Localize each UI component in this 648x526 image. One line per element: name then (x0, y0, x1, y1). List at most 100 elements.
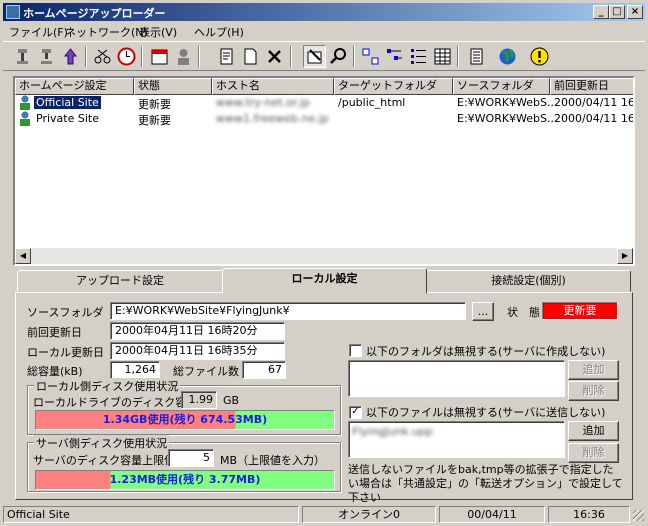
tab-local-settings[interactable]: ローカル設定 (222, 268, 427, 294)
site-status: 更新要 (138, 114, 171, 127)
ignore-files-entry: FlyingJunk.upp (352, 425, 433, 438)
local-disk-label: ローカルドライブのディスク容量 (33, 396, 198, 409)
total-size-field: 1,264 (110, 361, 160, 379)
last-update-field: 2000年04月11日 16時20分 (110, 322, 285, 340)
local-update-label: ローカル更新日 (27, 346, 104, 359)
ignore-folders-label: 以下のフォルダは無視する(サーバに作成しない) (366, 345, 606, 358)
column-target-folder[interactable]: ターゲットフォルダ (334, 78, 453, 95)
ignore-files-list[interactable]: FlyingJunk.upp (348, 421, 565, 458)
site-icon (18, 111, 32, 129)
toolbar-separator (85, 46, 87, 67)
cut-icon[interactable] (91, 45, 114, 68)
horizontal-scrollbar[interactable]: ◀ ▶ (15, 248, 633, 264)
server-disk-usage-bar: 1.23MB使用(残り 3.77MB) (35, 470, 335, 490)
menu-view[interactable]: 表示(V) (139, 24, 177, 40)
site-row[interactable]: Official Site 更新要 www.try-net.or.jp /pub… (15, 95, 635, 111)
site-name: Private Site (36, 112, 99, 125)
site-updated: 2000/04/11 16... (554, 112, 635, 125)
globe-icon[interactable] (496, 45, 519, 68)
close-button[interactable]: × (627, 5, 643, 19)
delete-icon[interactable] (263, 45, 286, 68)
settings-icon[interactable] (303, 45, 326, 68)
toolbar-separator (198, 46, 200, 67)
list-icon[interactable] (407, 45, 430, 68)
server-limit-label: サーバのディスク容量上限値 (33, 454, 176, 467)
ignore-files-checkbox[interactable]: ✓ (349, 406, 362, 419)
tab-connection-settings[interactable]: 接続設定(個別) (426, 270, 631, 292)
scroll-left-icon[interactable]: ◀ (15, 248, 31, 264)
ignore-folders-remove-button[interactable]: 削除 (568, 381, 619, 401)
local-update-field: 2000年04月11日 16時35分 (110, 342, 285, 360)
properties-icon[interactable] (215, 45, 238, 68)
status-date: 00/04/11 (439, 506, 545, 523)
calendar-icon[interactable] (148, 45, 171, 68)
large-icons-icon[interactable] (359, 45, 382, 68)
column-site-name[interactable]: ホームページ設定 (15, 78, 134, 95)
list-header: ホームページ設定 状態 ホスト名 ターゲットフォルダ ソースフォルダ 前回更新日 (15, 78, 633, 95)
site-source: E:¥WORK¥WebS... (457, 112, 558, 125)
toolbar-separator (290, 46, 292, 67)
site-row[interactable]: Private Site 更新要 www1.freeweb.ne.jp E:¥W… (15, 111, 635, 129)
ignore-files-label: 以下のファイルは無視する(サーバに送信しない) (366, 406, 606, 419)
column-status[interactable]: 状態 (134, 78, 212, 95)
small-icons-icon[interactable] (383, 45, 406, 68)
local-disk-unit: GB (223, 394, 240, 407)
server-disk-group-label: サーバ側ディスク使用状況 (34, 435, 170, 451)
maximize-button[interactable]: □ (609, 5, 625, 19)
disconnect-icon[interactable] (35, 45, 58, 68)
last-update-label: 前回更新日 (27, 326, 82, 339)
ignore-files-add-button[interactable]: 追加 (568, 421, 619, 441)
status-badge: 更新要 (542, 302, 618, 320)
ignore-folders-list[interactable] (348, 360, 565, 397)
browse-button[interactable]: ... (472, 302, 494, 321)
site-source: E:¥WORK¥WebS... (457, 96, 558, 109)
resize-grip-icon[interactable] (633, 510, 644, 521)
tab-upload-settings[interactable]: アップロード設定 (17, 270, 223, 292)
ignore-folders-checkbox[interactable] (349, 344, 362, 357)
site-host: www1.freeweb.ne.jp (216, 112, 329, 125)
clock-icon[interactable] (115, 45, 138, 68)
local-disk-usage-text: 1.34GB使用(残り 674.53MB) (102, 413, 268, 426)
site-host: www.try-net.or.jp (216, 96, 310, 109)
menu-bar: ファイル(F) ネットワーク(N) 表示(V) ヘルプ(H) (3, 22, 645, 40)
warning-icon[interactable] (528, 45, 551, 68)
column-last-update[interactable]: 前回更新日 (550, 78, 633, 95)
column-source-folder[interactable]: ソースフォルダ (453, 78, 550, 95)
toolbar (3, 41, 645, 71)
minimize-button[interactable]: _ (593, 5, 609, 19)
menu-file[interactable]: ファイル(F) (9, 24, 68, 40)
total-files-label: 総ファイル数 (173, 365, 239, 378)
search-icon[interactable] (327, 45, 350, 68)
local-settings-panel: ソースフォルダ E:¥WORK¥WebSite¥FlyingJunk¥ ... … (15, 292, 633, 504)
new-icon[interactable] (239, 45, 262, 68)
toolbar-separator (353, 46, 355, 67)
ignore-folders-add-button[interactable]: 追加 (568, 360, 619, 380)
details-icon[interactable] (431, 45, 454, 68)
connect-icon[interactable] (11, 45, 34, 68)
user-icon[interactable] (172, 45, 195, 68)
log-icon[interactable] (465, 45, 488, 68)
app-icon (6, 5, 20, 19)
status-label: 状 態 (507, 306, 540, 319)
total-size-label: 総容量(kB) (27, 365, 83, 378)
local-disk-group-label: ローカル側ディスク使用状況 (34, 378, 181, 394)
local-disk-field: 1.99 (181, 391, 217, 409)
column-host[interactable]: ホスト名 (212, 78, 334, 95)
window-title: ホームページアップローダー (23, 7, 166, 20)
ignore-note: 送信しないファイルをbak,tmp等の拡張子で指定したい場合は「共通設定」の「転… (348, 463, 623, 504)
status-connection: オンライン0 (302, 506, 436, 523)
source-folder-field[interactable]: E:¥WORK¥WebSite¥FlyingJunk¥ (110, 302, 466, 320)
ignore-files-remove-button[interactable]: 削除 (568, 443, 619, 463)
toolbar-separator (141, 46, 143, 67)
upload-icon[interactable] (59, 45, 82, 68)
menu-help[interactable]: ヘルプ(H) (194, 24, 244, 40)
toolbar-separator (457, 46, 459, 67)
scroll-right-icon[interactable]: ▶ (617, 248, 633, 264)
server-limit-input[interactable]: 5 (168, 449, 214, 467)
site-name: Official Site (34, 96, 101, 109)
site-list[interactable]: ホームページ設定 状態 ホスト名 ターゲットフォルダ ソースフォルダ 前回更新日… (13, 76, 635, 266)
site-updated: 2000/04/11 16... (554, 96, 635, 109)
site-target: /public_html (338, 96, 406, 109)
menu-network[interactable]: ネットワーク(N) (65, 24, 148, 40)
title-bar[interactable]: ホームページアップローダー _ □ × (3, 3, 645, 21)
